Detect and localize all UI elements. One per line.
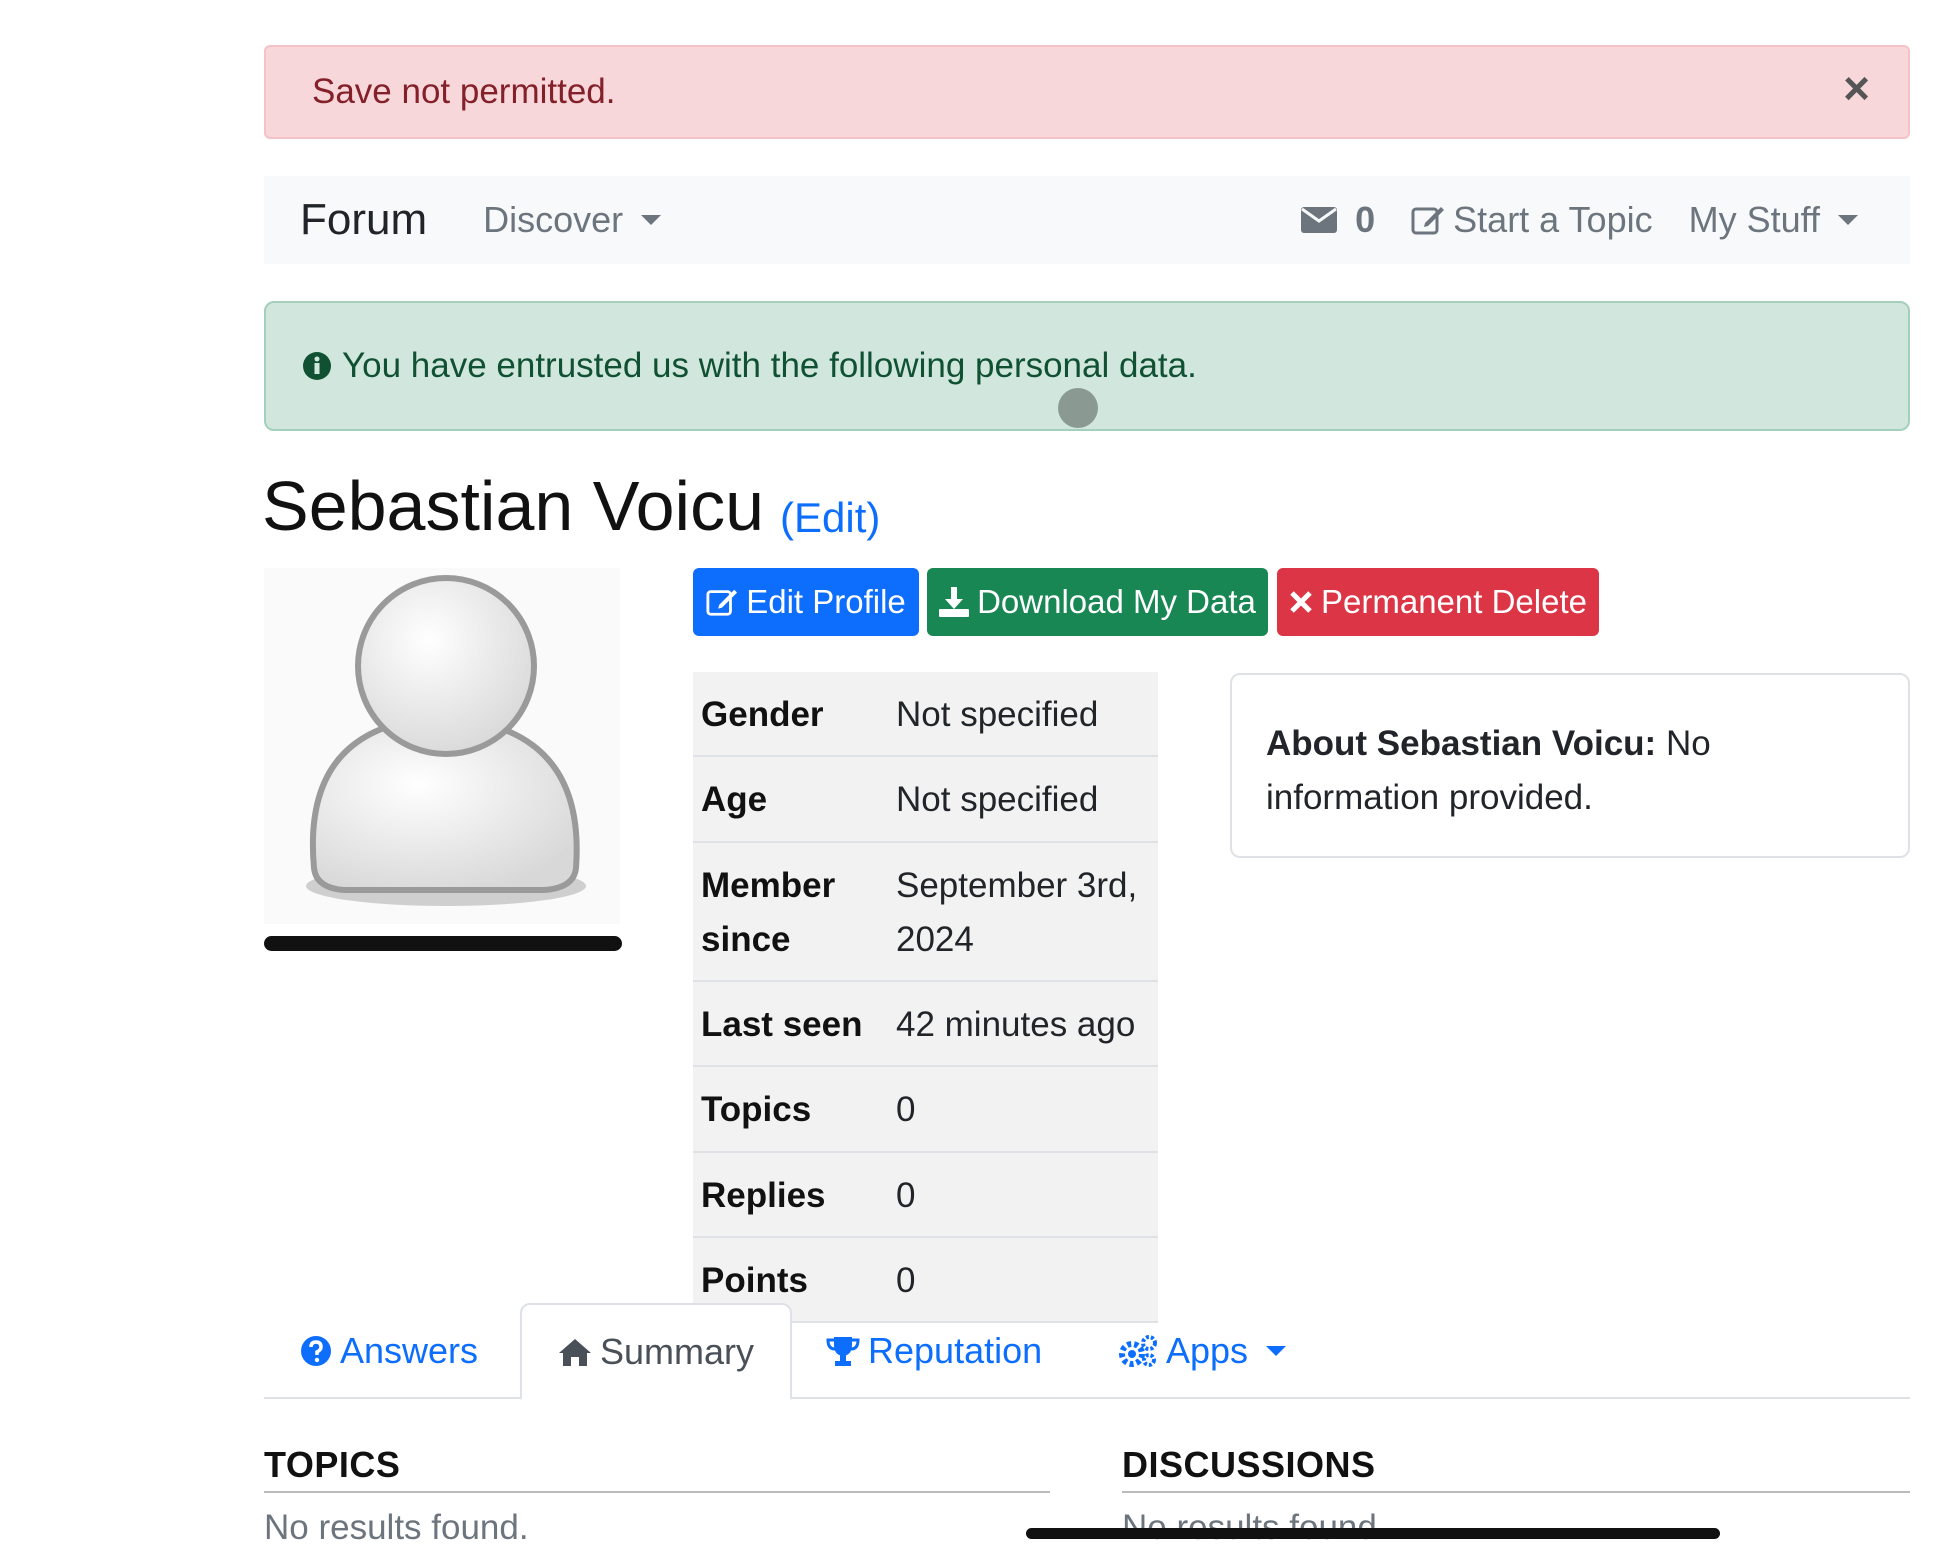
error-alert: Save not permitted. ×: [264, 45, 1910, 139]
field-value: Not specified: [888, 756, 1158, 843]
avatar: [264, 568, 620, 924]
table-row: Member since September 3rd, 2024: [693, 841, 1158, 982]
gears-icon: [1119, 1335, 1157, 1367]
avatar-scrollbar: [264, 936, 622, 951]
messages-count[interactable]: 0: [1355, 199, 1375, 241]
profile-name: Sebastian Voicu: [262, 467, 765, 545]
discussions-title: DISCUSSIONS: [1122, 1444, 1376, 1485]
my-stuff-dropdown[interactable]: My Stuff: [1689, 199, 1858, 241]
profile-tabs: Answers Summary Reputation Apps: [264, 1303, 1910, 1400]
navbar-brand[interactable]: Forum: [300, 195, 427, 245]
tab-reputation-label: Reputation: [868, 1330, 1043, 1371]
table-row: Replies 0: [693, 1151, 1158, 1238]
topics-empty: No results found.: [264, 1508, 529, 1547]
field-label: Age: [693, 756, 888, 843]
download-icon: [939, 587, 970, 617]
caret-down-icon: [1266, 1346, 1287, 1356]
tab-answers-label: Answers: [340, 1330, 479, 1371]
topics-divider: [264, 1491, 1050, 1493]
navbar: Forum Discover 0 Start a Topic My Stuff: [264, 176, 1910, 264]
table-row: Age Not specified: [693, 756, 1158, 843]
home-icon: [558, 1338, 591, 1366]
field-label: Topics: [693, 1066, 888, 1153]
field-label: Member since: [693, 841, 888, 982]
field-value: Not specified: [888, 672, 1158, 758]
discussions-divider: [1122, 1491, 1910, 1493]
discover-label: Discover: [483, 199, 624, 240]
edit-icon: [706, 589, 738, 616]
trophy-icon: [826, 1337, 860, 1366]
edit-profile-button[interactable]: Edit Profile: [693, 568, 919, 636]
about-card: About Sebastian Voicu: No information pr…: [1230, 673, 1910, 858]
field-value: 0: [888, 1066, 1158, 1153]
about-label: About Sebastian Voicu:: [1266, 724, 1657, 763]
field-value: 42 minutes ago: [888, 981, 1158, 1068]
download-data-button[interactable]: Download My Data: [927, 568, 1268, 636]
permanent-delete-button[interactable]: Permanent Delete: [1277, 568, 1599, 636]
download-data-label: Download My Data: [977, 583, 1256, 620]
start-topic-link[interactable]: Start a Topic: [1453, 199, 1652, 241]
field-label: Gender: [693, 672, 888, 758]
tab-apps[interactable]: Apps: [1118, 1303, 1287, 1399]
discover-dropdown[interactable]: Discover: [483, 199, 662, 241]
info-circle-icon: [303, 352, 331, 380]
home-indicator: [1026, 1528, 1720, 1539]
my-stuff-label: My Stuff: [1688, 199, 1820, 240]
navbar-right: 0 Start a Topic My Stuff: [1301, 199, 1858, 241]
caret-down-icon: [641, 215, 662, 225]
edit-name-link[interactable]: (Edit): [780, 494, 880, 542]
info-alert-message: You have entrusted us with the following…: [342, 346, 1197, 385]
field-label: Last seen: [693, 981, 888, 1068]
tab-summary-label: Summary: [599, 1330, 755, 1372]
field-value: September 3rd, 2024: [888, 841, 1158, 982]
table-row: Gender Not specified: [693, 672, 1158, 758]
edit-profile-label: Edit Profile: [746, 583, 906, 620]
topics-title: TOPICS: [264, 1444, 401, 1485]
times-icon: [1290, 591, 1312, 613]
tab-answers[interactable]: Answers: [300, 1303, 478, 1399]
touch-indicator: [1058, 388, 1098, 428]
error-alert-message: Save not permitted.: [312, 72, 616, 111]
tab-summary[interactable]: Summary: [520, 1303, 792, 1400]
profile-info-table: Gender Not specified Age Not specified M…: [693, 672, 1158, 1324]
field-value: 0: [888, 1151, 1158, 1238]
permanent-delete-label: Permanent Delete: [1321, 583, 1587, 620]
tab-reputation[interactable]: Reputation: [826, 1303, 1042, 1399]
question-circle-icon: [301, 1336, 331, 1366]
caret-down-icon: [1838, 215, 1858, 225]
table-row: Topics 0: [693, 1066, 1158, 1153]
field-label: Replies: [693, 1151, 888, 1238]
tab-apps-label: Apps: [1166, 1330, 1249, 1371]
close-icon[interactable]: ×: [1843, 65, 1870, 111]
edit-icon: [1411, 207, 1445, 235]
envelope-icon[interactable]: [1301, 207, 1338, 233]
table-row: Last seen 42 minutes ago: [693, 981, 1158, 1068]
page: Save not permitted. × Forum Discover 0 S…: [0, 0, 1951, 1548]
